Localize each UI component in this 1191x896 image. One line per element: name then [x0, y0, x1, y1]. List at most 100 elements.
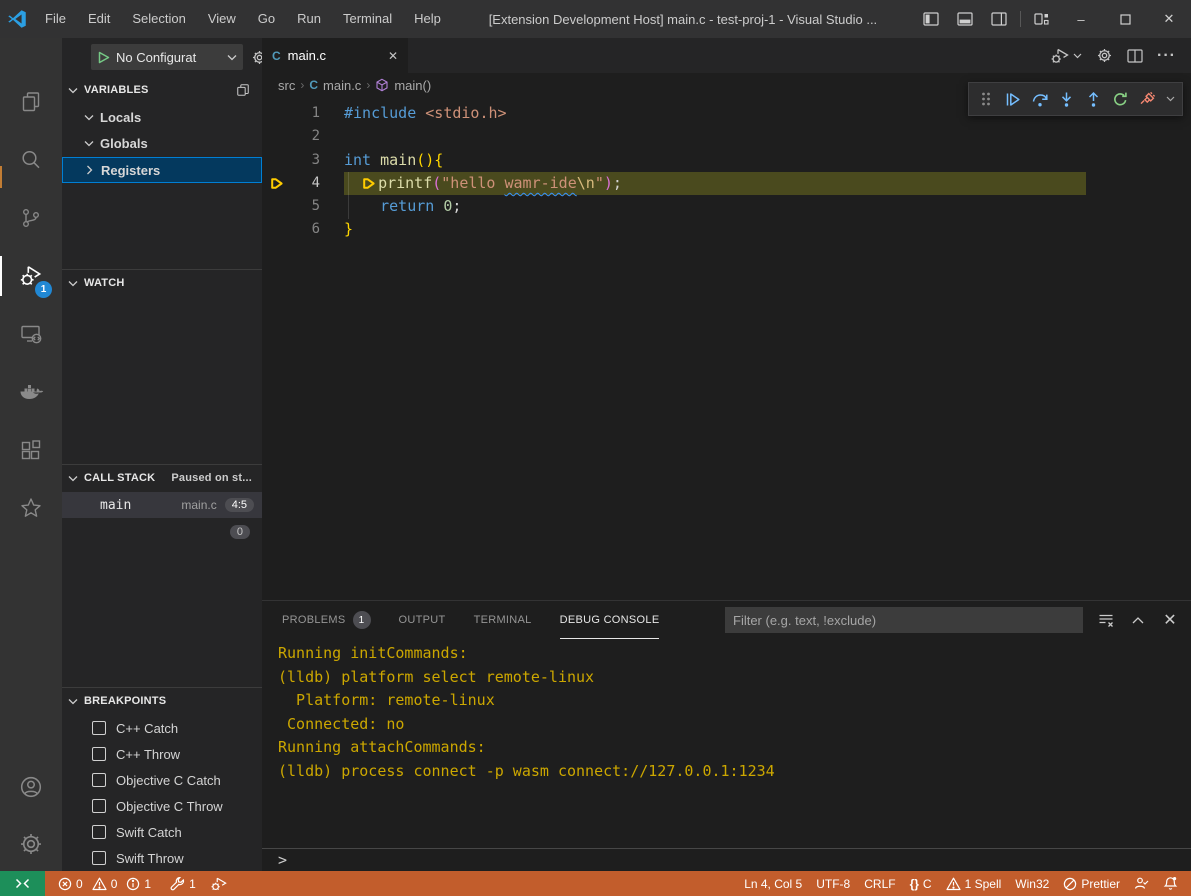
- breadcrumb-file[interactable]: main.c: [323, 78, 361, 93]
- sidebar-item-explorer[interactable]: [0, 78, 62, 126]
- debug-console-output[interactable]: Running initCommands:(lldb) platform sel…: [262, 639, 1191, 848]
- menu-selection[interactable]: Selection: [121, 0, 196, 38]
- checkbox-unchecked[interactable]: [92, 851, 106, 865]
- platform-status[interactable]: Win32: [1008, 871, 1056, 896]
- c-file-icon: C: [272, 49, 281, 63]
- minimize-button[interactable]: –: [1059, 0, 1103, 38]
- debug-status-icon[interactable]: [203, 871, 235, 896]
- console-line: (lldb) platform select remote-linux: [278, 666, 1191, 690]
- call-stack-section-header[interactable]: CALL STACK Paused on st...: [62, 466, 262, 490]
- call-stack-frame-main[interactable]: main main.c 4:5: [62, 492, 262, 518]
- editor-group: C main.c ✕ ···: [262, 38, 1191, 871]
- checkbox-unchecked[interactable]: [92, 747, 106, 761]
- code-line-6[interactable]: 6}: [262, 218, 1191, 241]
- run-or-debug-icon[interactable]: [1045, 39, 1087, 73]
- debug-console-input[interactable]: >: [262, 848, 1191, 871]
- copy-value-icon[interactable]: [236, 83, 250, 97]
- breadcrumb-symbol[interactable]: main(): [394, 78, 431, 93]
- eol-status[interactable]: CRLF: [857, 871, 902, 896]
- step-into-button[interactable]: [1053, 84, 1080, 114]
- tab-main-c[interactable]: C main.c ✕: [262, 38, 408, 73]
- clear-console-icon[interactable]: [1095, 609, 1117, 631]
- notifications-bell-icon[interactable]: [1156, 871, 1185, 896]
- menu-terminal[interactable]: Terminal: [332, 0, 403, 38]
- close-window-button[interactable]: ✕: [1147, 0, 1191, 38]
- breakpoint-c-catch[interactable]: C++ Catch: [62, 715, 262, 741]
- menu-view[interactable]: View: [197, 0, 247, 38]
- remote-indicator[interactable]: [0, 871, 45, 896]
- close-tab-icon[interactable]: ✕: [388, 49, 398, 63]
- maximize-button[interactable]: [1103, 0, 1147, 38]
- code-line-2[interactable]: 2: [262, 125, 1191, 148]
- accounts-icon[interactable]: [0, 763, 62, 811]
- sidebar-item-source-control[interactable]: [0, 194, 62, 242]
- code-line-4[interactable]: 4 printf("hello wamr-ide\n");: [262, 172, 1191, 195]
- sidebar-item-search[interactable]: [0, 136, 62, 184]
- breakpoint-swift-catch[interactable]: Swift Catch: [62, 819, 262, 845]
- panel-tab-debug-console[interactable]: DEBUG CONSOLE: [560, 601, 660, 639]
- encoding-status[interactable]: UTF-8: [809, 871, 857, 896]
- toolbar-drag-handle[interactable]: [972, 84, 999, 114]
- formatter-status[interactable]: Prettier: [1056, 871, 1127, 896]
- debug-console-filter-input[interactable]: [725, 607, 1083, 633]
- breakpoint-label: Objective C Throw: [116, 799, 223, 814]
- language-mode-status[interactable]: {} C: [903, 871, 939, 896]
- panel-tab-problems[interactable]: PROBLEMS1: [282, 601, 371, 639]
- checkbox-unchecked[interactable]: [92, 825, 106, 839]
- step-over-button[interactable]: [1026, 84, 1053, 114]
- spell-status[interactable]: 1 Spell: [939, 871, 1009, 896]
- checkbox-unchecked[interactable]: [92, 773, 106, 787]
- debug-settings-gear-icon[interactable]: [251, 49, 262, 66]
- variables-item-globals[interactable]: Globals: [62, 130, 262, 156]
- disconnect-button[interactable]: [1134, 84, 1161, 114]
- checkbox-unchecked[interactable]: [92, 721, 106, 735]
- maximize-panel-icon[interactable]: [1127, 609, 1149, 631]
- sidebar-item-run-and-debug[interactable]: 1: [0, 252, 62, 300]
- editor-settings-gear-icon[interactable]: [1091, 39, 1118, 73]
- breakpoint-c-throw[interactable]: C++ Throw: [62, 741, 262, 767]
- variables-item-locals[interactable]: Locals: [62, 104, 262, 130]
- breakpoint-objective-c-catch[interactable]: Objective C Catch: [62, 767, 262, 793]
- code-editor[interactable]: 1#include <stdio.h>23int main(){4 printf…: [262, 97, 1191, 600]
- menu-file[interactable]: File: [34, 0, 77, 38]
- toggle-sidebar-icon[interactable]: [914, 0, 948, 38]
- split-editor-icon[interactable]: [1122, 39, 1148, 73]
- breakpoints-section-header[interactable]: BREAKPOINTS: [62, 689, 262, 713]
- menu-help[interactable]: Help: [403, 0, 452, 38]
- variables-section-header[interactable]: VARIABLES: [62, 78, 262, 102]
- code-line-3[interactable]: 3int main(){: [262, 149, 1191, 172]
- sidebar-item-docker[interactable]: [0, 368, 62, 416]
- code-line-5[interactable]: 5 return 0;: [262, 195, 1191, 218]
- debug-session-chevron-icon[interactable]: [1161, 84, 1179, 114]
- close-panel-icon[interactable]: ✕: [1159, 609, 1181, 631]
- menu-run[interactable]: Run: [286, 0, 332, 38]
- variables-item-registers[interactable]: Registers: [62, 157, 262, 183]
- cursor-position-status[interactable]: Ln 4, Col 5: [737, 871, 809, 896]
- step-out-button[interactable]: [1080, 84, 1107, 114]
- debug-badge: 1: [35, 281, 52, 298]
- settings-gear-icon[interactable]: [0, 820, 62, 868]
- call-stack-thread-row[interactable]: 0: [62, 520, 262, 544]
- menu-edit[interactable]: Edit: [77, 0, 121, 38]
- sidebar-item-remote-explorer[interactable]: [0, 310, 62, 358]
- menu-go[interactable]: Go: [247, 0, 286, 38]
- toggle-panel-icon[interactable]: [948, 0, 982, 38]
- toggle-secondary-sidebar-icon[interactable]: [982, 0, 1016, 38]
- panel-tab-terminal[interactable]: TERMINAL: [474, 601, 532, 639]
- sidebar-item-wamr-ide-star[interactable]: [0, 484, 62, 532]
- breadcrumb-folder[interactable]: src: [278, 78, 295, 93]
- panel-tab-output[interactable]: OUTPUT: [399, 601, 446, 639]
- feedback-person-icon[interactable]: [1127, 871, 1156, 896]
- tools-status[interactable]: 1: [163, 871, 203, 896]
- continue-button[interactable]: [999, 84, 1026, 114]
- customize-layout-icon[interactable]: [1025, 0, 1059, 38]
- breakpoint-swift-throw[interactable]: Swift Throw: [62, 845, 262, 871]
- more-actions-icon[interactable]: ···: [1152, 39, 1181, 73]
- restart-button[interactable]: [1107, 84, 1134, 114]
- checkbox-unchecked[interactable]: [92, 799, 106, 813]
- breakpoint-objective-c-throw[interactable]: Objective C Throw: [62, 793, 262, 819]
- watch-section-header[interactable]: WATCH: [62, 271, 262, 295]
- debug-configuration-dropdown[interactable]: No Configurat: [91, 44, 243, 70]
- sidebar-item-extensions[interactable]: [0, 426, 62, 474]
- problems-status[interactable]: 0 0 1: [51, 871, 163, 896]
